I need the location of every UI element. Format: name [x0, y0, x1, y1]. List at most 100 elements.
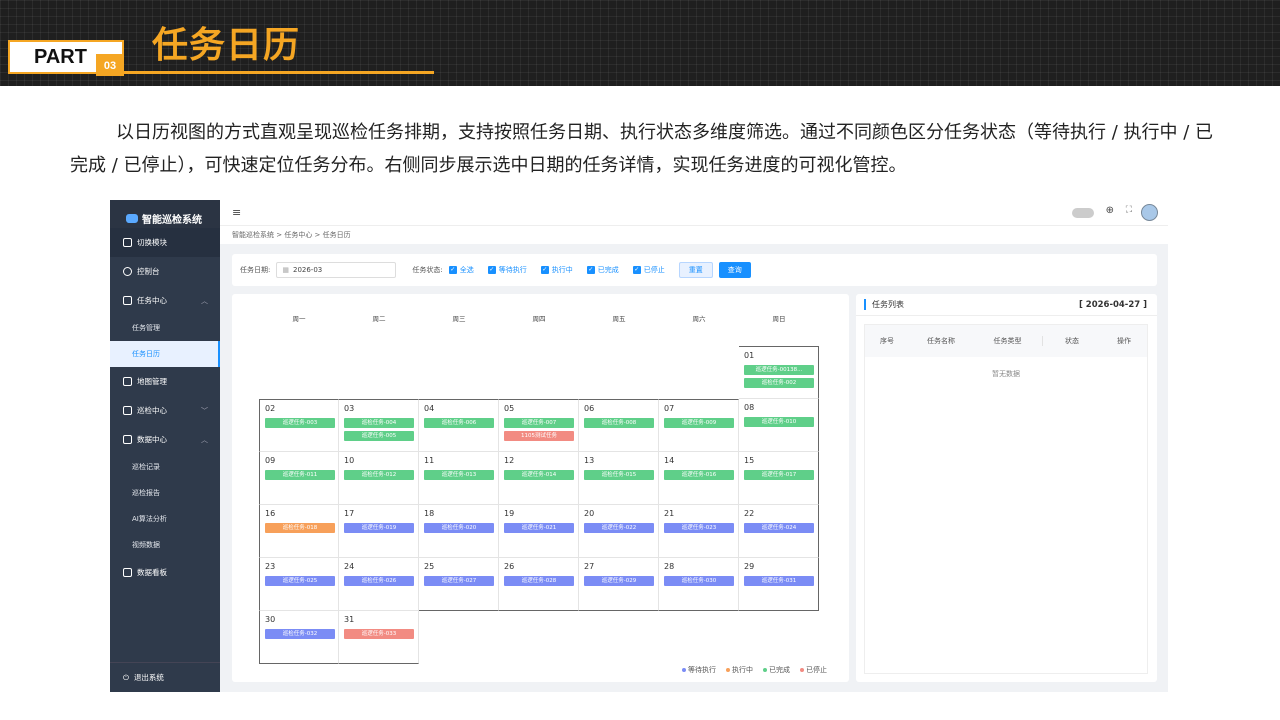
- task-tag[interactable]: 巡检任务-026: [344, 576, 414, 586]
- logout-button[interactable]: ⏻ 退出系统: [110, 662, 220, 692]
- date-picker[interactable]: ▦ 2026-03: [276, 262, 397, 278]
- calendar-day[interactable]: 16 巡检任务-018: [259, 505, 339, 558]
- task-tag[interactable]: 巡逻任务-007: [504, 418, 574, 428]
- sidebar-item-patrol-center[interactable]: 巡检中心 ﹀: [110, 396, 220, 425]
- sidebar-item-console[interactable]: 控制台: [110, 257, 220, 286]
- calendar-day[interactable]: 05 巡逻任务-007 1105测试任务: [499, 399, 579, 452]
- sidebar-item-label: 巡检中心: [137, 406, 167, 415]
- sidebar-item-task-calendar[interactable]: 任务日历: [110, 341, 220, 367]
- breadcrumb-item[interactable]: 任务中心: [284, 231, 312, 239]
- task-tag[interactable]: 巡逻任务-016: [664, 470, 734, 480]
- sidebar-item-task-center[interactable]: 任务中心 ︿: [110, 286, 220, 315]
- calendar-day[interactable]: 26 巡逻任务-028: [499, 558, 579, 611]
- task-tag[interactable]: 巡逻任务-027: [424, 576, 494, 586]
- task-tag[interactable]: 巡检任务-032: [265, 629, 335, 639]
- calendar-day[interactable]: 31 巡逻任务-033: [339, 611, 419, 664]
- task-tag[interactable]: 巡检任务-020: [424, 523, 494, 533]
- task-tag[interactable]: 巡逻任务-009: [664, 418, 734, 428]
- checkbox-running[interactable]: ✓ 执行中: [540, 265, 573, 275]
- sidebar-item-patrol-record[interactable]: 巡检记录: [110, 454, 220, 480]
- breadcrumb-item[interactable]: 智能巡检系统: [232, 231, 274, 239]
- task-tag[interactable]: 巡逻任务-017: [744, 470, 814, 480]
- calendar-day[interactable]: 01 巡逻任务-00138... 巡检任务-002: [739, 346, 819, 399]
- sidebar-item-map[interactable]: 地图管理: [110, 367, 220, 396]
- task-tag[interactable]: 巡逻任务-005: [344, 431, 414, 441]
- sidebar-item-video-data[interactable]: 视频数据: [110, 532, 220, 558]
- day-number: 14: [664, 456, 675, 465]
- task-tag[interactable]: 巡检任务-006: [424, 418, 494, 428]
- task-tag[interactable]: 巡逻任务-025: [265, 576, 335, 586]
- task-tag[interactable]: 巡逻任务-021: [504, 523, 574, 533]
- globe-icon[interactable]: ⊕: [1106, 205, 1114, 216]
- calendar-day[interactable]: 18 巡检任务-020: [419, 505, 499, 558]
- calendar-day[interactable]: 27 巡逻任务-029: [579, 558, 659, 611]
- checkbox-all[interactable]: ✓ 全选: [448, 265, 474, 275]
- calendar-day[interactable]: 02 巡逻任务-003: [259, 399, 339, 452]
- task-tag[interactable]: 巡检任务-004: [344, 418, 414, 428]
- theme-toggle[interactable]: [1072, 208, 1094, 218]
- task-tag[interactable]: 巡逻任务-011: [265, 470, 335, 480]
- task-tag[interactable]: 巡检任务-008: [584, 418, 654, 428]
- day-number: 25: [424, 562, 435, 571]
- menu-toggle-icon[interactable]: ≡: [232, 206, 241, 219]
- calendar-day[interactable]: 09 巡逻任务-011: [259, 452, 339, 505]
- checkbox-done[interactable]: ✓ 已完成: [586, 265, 619, 275]
- task-tag[interactable]: 巡逻任务-033: [344, 629, 414, 639]
- task-tag[interactable]: 巡逻任务-013: [424, 470, 494, 480]
- task-tag[interactable]: 巡检任务-018: [265, 523, 335, 533]
- calendar-day[interactable]: 28 巡检任务-030: [659, 558, 739, 611]
- task-tag[interactable]: 巡检任务-012: [344, 470, 414, 480]
- task-tag[interactable]: 巡逻任务-014: [504, 470, 574, 480]
- task-tag[interactable]: 巡逻任务-028: [504, 576, 574, 586]
- avatar[interactable]: [1141, 204, 1158, 221]
- task-tag[interactable]: 巡逻任务-003: [265, 418, 335, 428]
- calendar-day[interactable]: 08 巡逻任务-010: [739, 399, 819, 452]
- task-tag[interactable]: 巡逻任务-00138...: [744, 365, 814, 375]
- calendar-day[interactable]: 12 巡逻任务-014: [499, 452, 579, 505]
- sidebar-item-ai-analysis[interactable]: AI算法分析: [110, 506, 220, 532]
- calendar-day[interactable]: 21 巡逻任务-023: [659, 505, 739, 558]
- task-tag[interactable]: 巡逻任务-031: [744, 576, 814, 586]
- calendar-day[interactable]: 22 巡逻任务-024: [739, 505, 819, 558]
- calendar-day[interactable]: 10 巡检任务-012: [339, 452, 419, 505]
- calendar-day[interactable]: 24 巡检任务-026: [339, 558, 419, 611]
- calendar-day[interactable]: 25 巡逻任务-027: [419, 558, 499, 611]
- task-tag[interactable]: 巡逻任务-029: [584, 576, 654, 586]
- calendar-day[interactable]: 17 巡逻任务-019: [339, 505, 419, 558]
- checkbox-stopped[interactable]: ✓ 已停止: [632, 265, 665, 275]
- task-tag[interactable]: 巡逻任务-022: [584, 523, 654, 533]
- sidebar-item-data-center[interactable]: 数据中心 ︿: [110, 425, 220, 454]
- calendar-day[interactable]: 13 巡检任务-015: [579, 452, 659, 505]
- calendar-day[interactable]: 30 巡检任务-032: [259, 611, 339, 664]
- sidebar-item-patrol-report[interactable]: 巡检报告: [110, 480, 220, 506]
- reset-button[interactable]: 重置: [678, 262, 713, 278]
- task-tag[interactable]: 巡逻任务-023: [664, 523, 734, 533]
- day-number: 18: [424, 509, 435, 518]
- task-tag[interactable]: 巡逻任务-019: [344, 523, 414, 533]
- check-icon: ✓: [632, 266, 641, 274]
- calendar-day[interactable]: 29 巡逻任务-031: [739, 558, 819, 611]
- calendar-day[interactable]: 11 巡逻任务-013: [419, 452, 499, 505]
- calendar-day[interactable]: 23 巡逻任务-025: [259, 558, 339, 611]
- task-tag[interactable]: 巡检任务-002: [744, 378, 814, 388]
- task-tag[interactable]: 巡逻任务-024: [744, 523, 814, 533]
- sidebar-item-task-manage[interactable]: 任务管理: [110, 315, 220, 341]
- weekday-header: 周四: [532, 315, 546, 323]
- calendar-day[interactable]: 07 巡逻任务-009: [659, 399, 739, 452]
- calendar-day[interactable]: 20 巡逻任务-022: [579, 505, 659, 558]
- task-tag[interactable]: 巡逻任务-010: [744, 417, 814, 427]
- task-tag[interactable]: 巡检任务-015: [584, 470, 654, 480]
- checkbox-waiting[interactable]: ✓ 等待执行: [487, 265, 527, 275]
- calendar-day[interactable]: 14 巡逻任务-016: [659, 452, 739, 505]
- sidebar-item-switch[interactable]: 切换模块: [110, 228, 220, 257]
- task-tag[interactable]: 1105测试任务: [504, 431, 574, 441]
- calendar-day[interactable]: 15 巡逻任务-017: [739, 452, 819, 505]
- task-tag[interactable]: 巡检任务-030: [664, 576, 734, 586]
- query-button[interactable]: 查询: [718, 262, 751, 278]
- calendar-day[interactable]: 06 巡检任务-008: [579, 399, 659, 452]
- fullscreen-icon[interactable]: ⛶: [1126, 205, 1132, 215]
- calendar-day[interactable]: 19 巡逻任务-021: [499, 505, 579, 558]
- calendar-day[interactable]: 03 巡检任务-004 巡逻任务-005: [339, 399, 419, 452]
- calendar-day[interactable]: 04 巡检任务-006: [419, 399, 499, 452]
- sidebar-item-data-board[interactable]: 数据看板: [110, 558, 220, 587]
